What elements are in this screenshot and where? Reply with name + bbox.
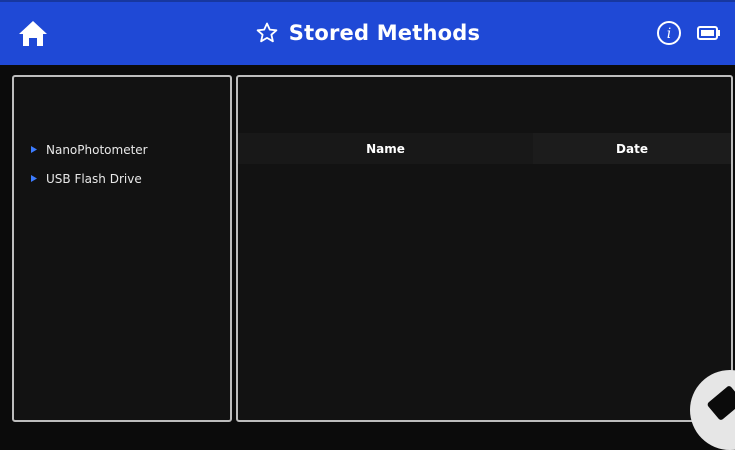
top-bar: Stored Methods i	[0, 0, 735, 65]
methods-table-header: Name Date	[238, 133, 731, 164]
info-icon: i	[657, 21, 681, 45]
methods-list-panel: Name Date	[236, 75, 733, 422]
tree-item-usb-flash-drive[interactable]: USB Flash Drive	[22, 164, 148, 193]
tree-item-nanophotometer[interactable]: NanoPhotometer	[22, 135, 148, 164]
storage-tree: NanoPhotometer USB Flash Drive	[22, 135, 148, 193]
storage-location-panel: NanoPhotometer USB Flash Drive	[12, 75, 232, 422]
column-header-name[interactable]: Name	[238, 133, 533, 164]
column-header-date[interactable]: Date	[533, 133, 731, 164]
header-title-group: Stored Methods	[0, 0, 735, 65]
battery-status	[697, 25, 721, 41]
page-title: Stored Methods	[288, 20, 481, 45]
info-button[interactable]: i	[656, 20, 682, 46]
svg-text:i: i	[667, 26, 671, 42]
battery-icon	[697, 26, 720, 40]
caret-right-icon	[22, 146, 46, 153]
caret-right-icon	[22, 175, 46, 182]
tree-item-label: USB Flash Drive	[46, 171, 142, 186]
star-outline-icon	[256, 22, 278, 42]
tree-item-label: NanoPhotometer	[46, 142, 148, 157]
